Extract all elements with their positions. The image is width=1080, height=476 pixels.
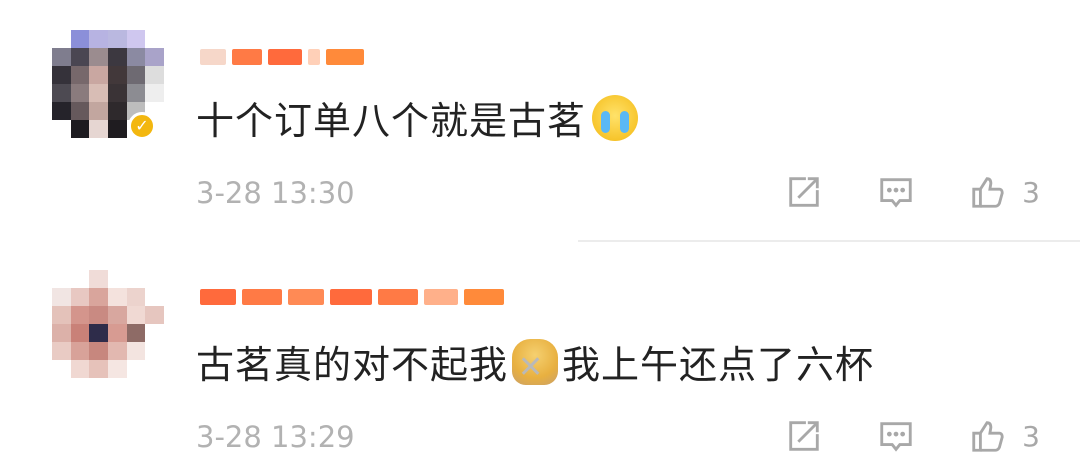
like-count: 3 <box>1022 175 1040 209</box>
comment-text: 古茗真的对不起我 我上午还点了六杯 <box>196 334 874 389</box>
avatar[interactable] <box>52 270 164 378</box>
reply-button[interactable] <box>874 170 918 214</box>
thumbs-up-icon <box>972 177 1004 208</box>
like-count: 3 <box>1022 419 1040 453</box>
person-gesturing-no-icon <box>512 338 559 385</box>
share-icon <box>789 421 819 451</box>
share-button[interactable] <box>782 414 826 458</box>
reply-button[interactable] <box>874 414 918 458</box>
comment-text: 十个订单八个就是古茗 <box>196 90 639 145</box>
comment-icon <box>880 178 912 208</box>
like-button[interactable] <box>966 414 1010 458</box>
verified-badge-icon: ✓ <box>128 112 156 140</box>
comment-timestamp: 3-28 13:29 <box>196 420 355 454</box>
username[interactable] <box>200 46 364 68</box>
thumbs-up-icon <box>972 421 1004 452</box>
comment-icon <box>880 422 912 452</box>
share-icon <box>789 177 819 207</box>
comment-item: 古茗真的对不起我 我上午还点了六杯 3-28 13:29 3 <box>0 242 1080 476</box>
comment-item: ✓ 十个订单八个就是古茗 3-28 13:30 3 <box>0 0 1080 240</box>
share-button[interactable] <box>782 170 826 214</box>
like-button[interactable] <box>966 170 1010 214</box>
comment-actions: 3 <box>782 414 1040 458</box>
username[interactable] <box>200 286 504 308</box>
comment-timestamp: 3-28 13:30 <box>196 176 355 210</box>
comment-actions: 3 <box>782 170 1040 214</box>
crying-face-icon <box>592 94 639 141</box>
